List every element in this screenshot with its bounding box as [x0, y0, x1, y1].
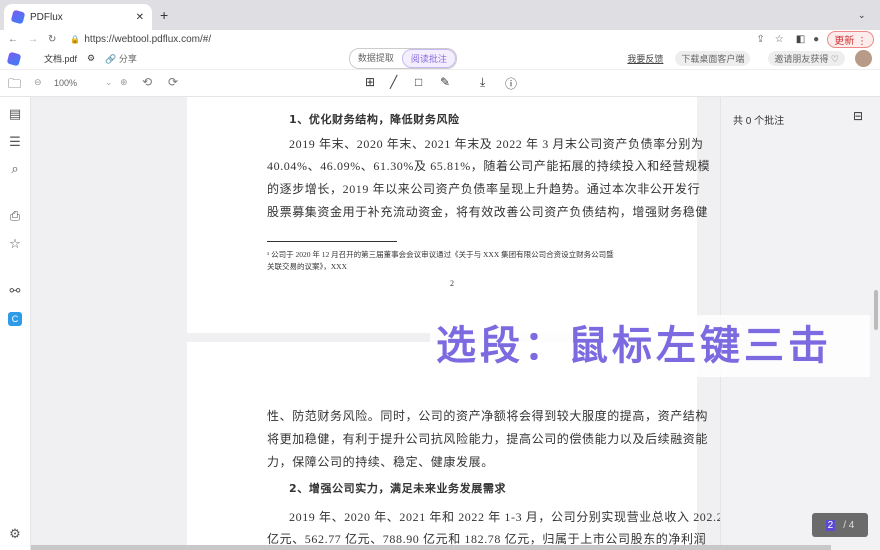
paragraph-line: 性、防范财务风险。同时，公司的资产净额将会得到较大服度的提高，资产结构 [267, 407, 708, 424]
horizontal-scrollbar[interactable] [31, 545, 831, 550]
search-icon[interactable]: ⌕ [8, 162, 22, 176]
avatar[interactable] [855, 50, 872, 67]
tab-read-annotate[interactable]: 阅读批注 [402, 49, 456, 68]
rectangle-tool-icon[interactable]: □ [415, 75, 422, 89]
help-icon[interactable]: ⓘ [505, 75, 517, 92]
invite-label: 邀请朋友获得 [774, 54, 828, 64]
file-settings-icon[interactable]: ⚙ [87, 53, 95, 64]
browser-tab[interactable]: PDFlux ✕ [4, 4, 152, 30]
download-client-button[interactable]: 下载桌面客户端 [675, 51, 750, 66]
reload-icon[interactable]: ↻ [48, 34, 56, 45]
left-sidebar: ▤ ☰ ⌕ ⎙ ☆ ⚯ C ⚙ [0, 97, 31, 550]
section-heading: 1、优化财务结构，降低财务风险 [289, 111, 460, 127]
paragraph-line: 40.04%、46.09%、61.30%及 65.81%，随着公司产能拓展的持续… [267, 157, 710, 174]
vertical-scrollbar[interactable] [874, 290, 878, 330]
side-panel-icon[interactable]: ◧ [796, 34, 805, 45]
zoom-in-icon[interactable]: ⊕ [120, 77, 128, 88]
rotate-all-icon[interactable]: ⟳ [168, 75, 178, 89]
add-comment-icon[interactable]: ⊞ [365, 75, 375, 89]
toolbar: 🗀 ⊖ 100% ⌄ ⊕ ⟲ ⟳ ⊞ ╱ □ ✎ ⤓ ⓘ [0, 70, 880, 97]
feedback-link[interactable]: 我要反馈 [627, 52, 663, 65]
total-pages: / 4 [843, 520, 854, 531]
folder-icon[interactable]: 🗀 [8, 75, 21, 97]
address-bar: ← → ↻ 🔒 https://webtool.pdflux.com/#/ ⇪ … [0, 30, 880, 48]
paragraph-line: 2019 年、2020 年、2021 年和 2022 年 1-3 月，公司分别实… [289, 508, 730, 525]
paragraph-line: 股票募集资金用于补充流动资金，将有效改善公司资产负债结构，增强财务稳健 [267, 203, 708, 220]
plugin-icon[interactable]: C [8, 312, 22, 326]
share-label: 分享 [119, 54, 137, 64]
update-button[interactable]: 更新 ⋮ [827, 31, 874, 48]
footnote-line: 关联交易的议案》，XXX [267, 261, 347, 272]
page-number: 2 [450, 279, 455, 288]
update-label: 更新 [834, 36, 854, 47]
star-icon[interactable]: ☆ [8, 237, 22, 251]
page-indicator: 2 / 4 [812, 513, 868, 537]
tab-title: PDFlux [30, 12, 136, 23]
invite-button[interactable]: 邀请朋友获得 ♡ [768, 51, 845, 66]
tutorial-caption: 选段：鼠标左键三击 [430, 315, 870, 377]
export-icon[interactable]: ⎙ [8, 209, 22, 223]
pdf-page-2: 1、优化财务结构，降低财务风险 2019 年末、2020 年末、2021 年末及… [187, 97, 697, 333]
settings-icon[interactable]: ⚙ [8, 527, 22, 541]
paragraph-line: 2019 年末、2020 年末、2021 年末及 2022 年 3 月末公司资产… [289, 135, 704, 152]
outline-icon[interactable]: ☰ [8, 135, 22, 149]
bookmark-star-icon[interactable]: ☆ [775, 34, 784, 45]
pen-tool-icon[interactable]: ✎ [440, 75, 450, 89]
tab-data-extract[interactable]: 数据提取 [350, 49, 402, 68]
new-tab-icon[interactable]: + [160, 7, 168, 23]
chevron-down-icon[interactable]: ⌄ [858, 10, 866, 21]
current-page-input[interactable]: 2 [826, 520, 836, 531]
annotation-count: 共 0 个批注 [733, 112, 784, 127]
footnote-line: ¹ 公司于 2020 年 12 月召开的第三届董事会会议审议通过《关于与 XXX… [267, 249, 614, 260]
browser-tab-bar: PDFlux ✕ + ⌄ [0, 0, 880, 30]
zoom-select[interactable]: 100% [54, 78, 77, 88]
mode-switch: 数据提取 阅读批注 [349, 48, 457, 69]
paragraph-line: 的逐步增长，2019 年以来公司资产负债率呈现上升趋势。通过本次非公开发行 [267, 180, 700, 197]
close-tab-icon[interactable]: ✕ [136, 12, 144, 23]
zoom-out-icon[interactable]: ⊖ [34, 77, 42, 88]
document-icon[interactable]: ▤ [8, 107, 22, 121]
share-page-icon[interactable]: ⇪ [756, 34, 764, 45]
annotation-list-icon[interactable]: ⊟ [853, 109, 863, 123]
footnote-rule [267, 241, 397, 242]
share-graph-icon[interactable]: ⚯ [8, 284, 22, 298]
share-button[interactable]: 🔗 分享 [105, 52, 137, 65]
download-icon[interactable]: ⤓ [480, 75, 485, 90]
section-heading: 2、增强公司实力，满足未来业务发展需求 [289, 480, 506, 496]
forward-icon[interactable]: → [28, 34, 38, 45]
file-name: 文档.pdf [44, 52, 77, 65]
app-header: 文档.pdf ⚙ 🔗 分享 数据提取 阅读批注 我要反馈 下载桌面客户端 邀请朋… [0, 48, 880, 70]
paragraph-line: 力，保障公司的持续、稳定、健康发展。 [267, 453, 494, 470]
paragraph-line: 将更加稳健，有利于提升公司抗风险能力，提高公司的偿债能力以及后续融资能 [267, 430, 708, 447]
profile-icon[interactable]: ● [813, 34, 819, 45]
rotate-page-icon[interactable]: ⟲ [142, 75, 152, 89]
pdflux-logo-icon [11, 10, 26, 25]
back-icon[interactable]: ← [8, 34, 18, 45]
app-logo-icon [7, 51, 22, 66]
line-tool-icon[interactable]: ╱ [390, 75, 397, 89]
url-input[interactable]: https://webtool.pdflux.com/#/ [84, 34, 211, 45]
lock-icon: 🔒 [70, 35, 80, 44]
chevron-down-icon[interactable]: ⌄ [105, 77, 113, 88]
